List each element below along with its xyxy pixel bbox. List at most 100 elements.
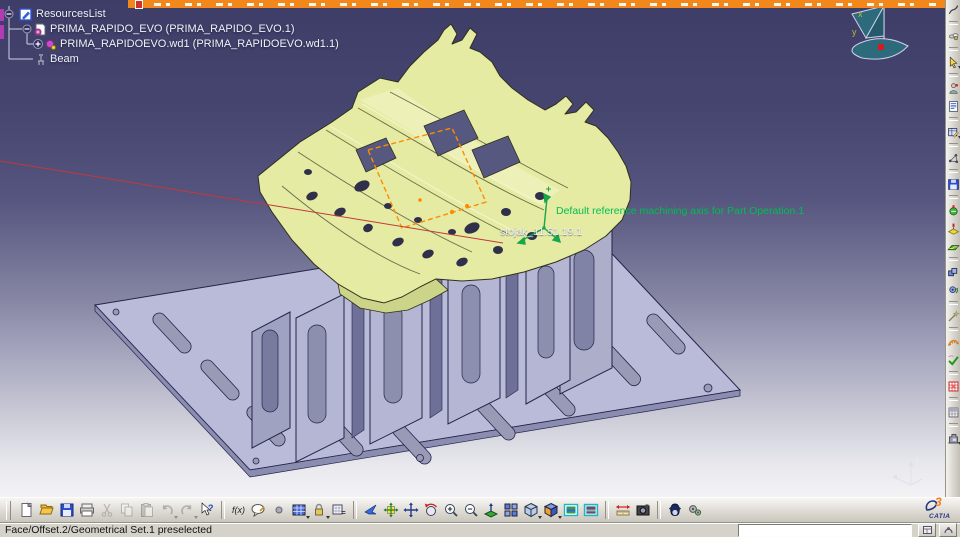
cut-button[interactable] (98, 501, 116, 519)
gear-tool-button[interactable] (686, 501, 704, 519)
tree-item[interactable]: Beam (50, 53, 79, 65)
gear-sync-button[interactable] (946, 283, 960, 297)
print-button[interactable] (78, 501, 96, 519)
3d-viewport[interactable]: ResourcesList PRIMA_RAPIDO_EVO (PRIMA_RA… (0, 0, 946, 497)
facing-icon (946, 240, 960, 253)
new-document-button[interactable] (18, 501, 36, 519)
fly-insect-button[interactable] (946, 29, 960, 43)
paste-button[interactable] (138, 501, 156, 519)
normal-view-button[interactable] (482, 501, 500, 519)
specification-tree[interactable]: ResourcesList PRIMA_RAPIDO_EVO (PRIMA_RA… (0, 0, 339, 72)
machining-operation-yellow-button[interactable] (946, 221, 960, 235)
fit-all-in-button[interactable] (382, 501, 400, 519)
toolbar-separator (353, 501, 357, 519)
doclines-icon (947, 100, 960, 113)
product-structure-button[interactable] (946, 265, 960, 279)
zoom-in-button[interactable] (442, 501, 460, 519)
tree-item[interactable]: PRIMA_RAPIDOEVO.wd1 (PRIMA_RAPIDOEVO.wd1… (60, 38, 339, 50)
undo-button[interactable] (158, 501, 178, 519)
compass-anchor[interactable] (878, 44, 884, 50)
report-list-button[interactable] (946, 99, 960, 113)
toolbar-separator (948, 47, 958, 51)
shadecube-icon (543, 502, 559, 518)
triad-z-label: z (915, 456, 919, 465)
check-ok-button[interactable] (946, 353, 960, 367)
process-product-icon (34, 23, 46, 36)
grid-table-button[interactable] (946, 405, 960, 419)
flybug-icon (947, 30, 960, 43)
toolbar-separator (948, 327, 958, 331)
facing-operation-button[interactable] (946, 239, 960, 253)
iso-view-button[interactable] (522, 501, 542, 519)
shading-mode-button[interactable] (542, 501, 562, 519)
save-icon (59, 502, 75, 518)
tree-item[interactable]: PRIMA_RAPIDO_EVO (PRIMA_RAPIDO_EVO.1) (50, 23, 295, 35)
swap-visible-space-button[interactable] (582, 501, 600, 519)
molecule-icon (947, 152, 960, 165)
status-bar: Face/Offset.2/Geometrical Set.1 preselec… (0, 522, 960, 537)
multi-view-button[interactable] (502, 501, 520, 519)
wand-button[interactable] (946, 309, 960, 323)
save-data-button[interactable] (946, 177, 960, 191)
machining-operation-green-button[interactable] (946, 203, 960, 217)
knowledge-button[interactable] (946, 81, 960, 95)
toolbar-separator (948, 257, 958, 261)
axis-triad (891, 460, 923, 486)
copy-icon (119, 502, 135, 518)
redgrid-icon (947, 380, 960, 393)
part-instance-label: stojak_11.51.19.1 (500, 226, 583, 238)
formula-button[interactable]: f(x) (230, 501, 248, 519)
design-table-button[interactable] (946, 125, 960, 139)
comment-icon (251, 502, 267, 518)
machine-tool-button[interactable] (946, 431, 960, 445)
power-input-field[interactable] (738, 523, 912, 537)
rib-slot (573, 249, 595, 351)
command-history-button[interactable] (918, 523, 936, 537)
table-button[interactable] (290, 501, 310, 519)
lock-button[interactable] (310, 501, 330, 519)
measure-between-button[interactable] (614, 501, 632, 519)
wand-icon (947, 309, 960, 323)
axis-structure-button[interactable] (946, 151, 960, 165)
opgreen-icon (947, 204, 960, 217)
hide-show-button[interactable] (562, 501, 580, 519)
zoom-out-button[interactable] (462, 501, 480, 519)
compass-y-label: y (852, 27, 857, 37)
rotate-button[interactable] (422, 501, 440, 519)
fly-mode-button[interactable] (362, 501, 380, 519)
toolbar-separator (948, 73, 958, 77)
measure-curve-button[interactable] (946, 335, 960, 349)
gridtbl-icon (947, 406, 960, 419)
nc-table-button[interactable] (946, 379, 960, 393)
open-button[interactable] (38, 501, 56, 519)
pan-button[interactable] (402, 501, 420, 519)
toolbar-separator (948, 143, 958, 147)
comment-button[interactable] (250, 501, 268, 519)
3d-scene[interactable] (0, 0, 945, 497)
capture-button[interactable] (634, 501, 652, 519)
right-toolbar[interactable] (945, 0, 960, 497)
select-button[interactable] (946, 55, 960, 69)
fly-icon (363, 502, 379, 518)
save-button[interactable] (58, 501, 76, 519)
cross-plate[interactable] (351, 289, 365, 439)
penguin-tool-button[interactable] (666, 501, 684, 519)
tree-item[interactable]: ResourcesList (36, 8, 106, 20)
toolbar-separator (605, 501, 609, 519)
brand-name: CATIA (929, 513, 951, 520)
redo-button[interactable] (178, 501, 198, 519)
svg-text:f(x): f(x) (232, 505, 245, 515)
svg-text:?: ? (208, 503, 214, 513)
dtable-icon: = (331, 502, 347, 518)
beam-icon (38, 54, 44, 65)
toolbar-grip[interactable] (6, 500, 11, 520)
toolbar-separator (948, 169, 958, 173)
copy-button[interactable] (118, 501, 136, 519)
badge-button[interactable] (270, 501, 288, 519)
bottom-toolbar[interactable]: ? f(x) = (0, 497, 960, 522)
design-table-button[interactable]: = (330, 501, 348, 519)
whats-this-button[interactable]: ? (198, 501, 216, 519)
curve-tool-button[interactable] (946, 3, 960, 17)
dialog-toggle-button[interactable] (939, 523, 957, 537)
rib-slot (261, 329, 279, 413)
